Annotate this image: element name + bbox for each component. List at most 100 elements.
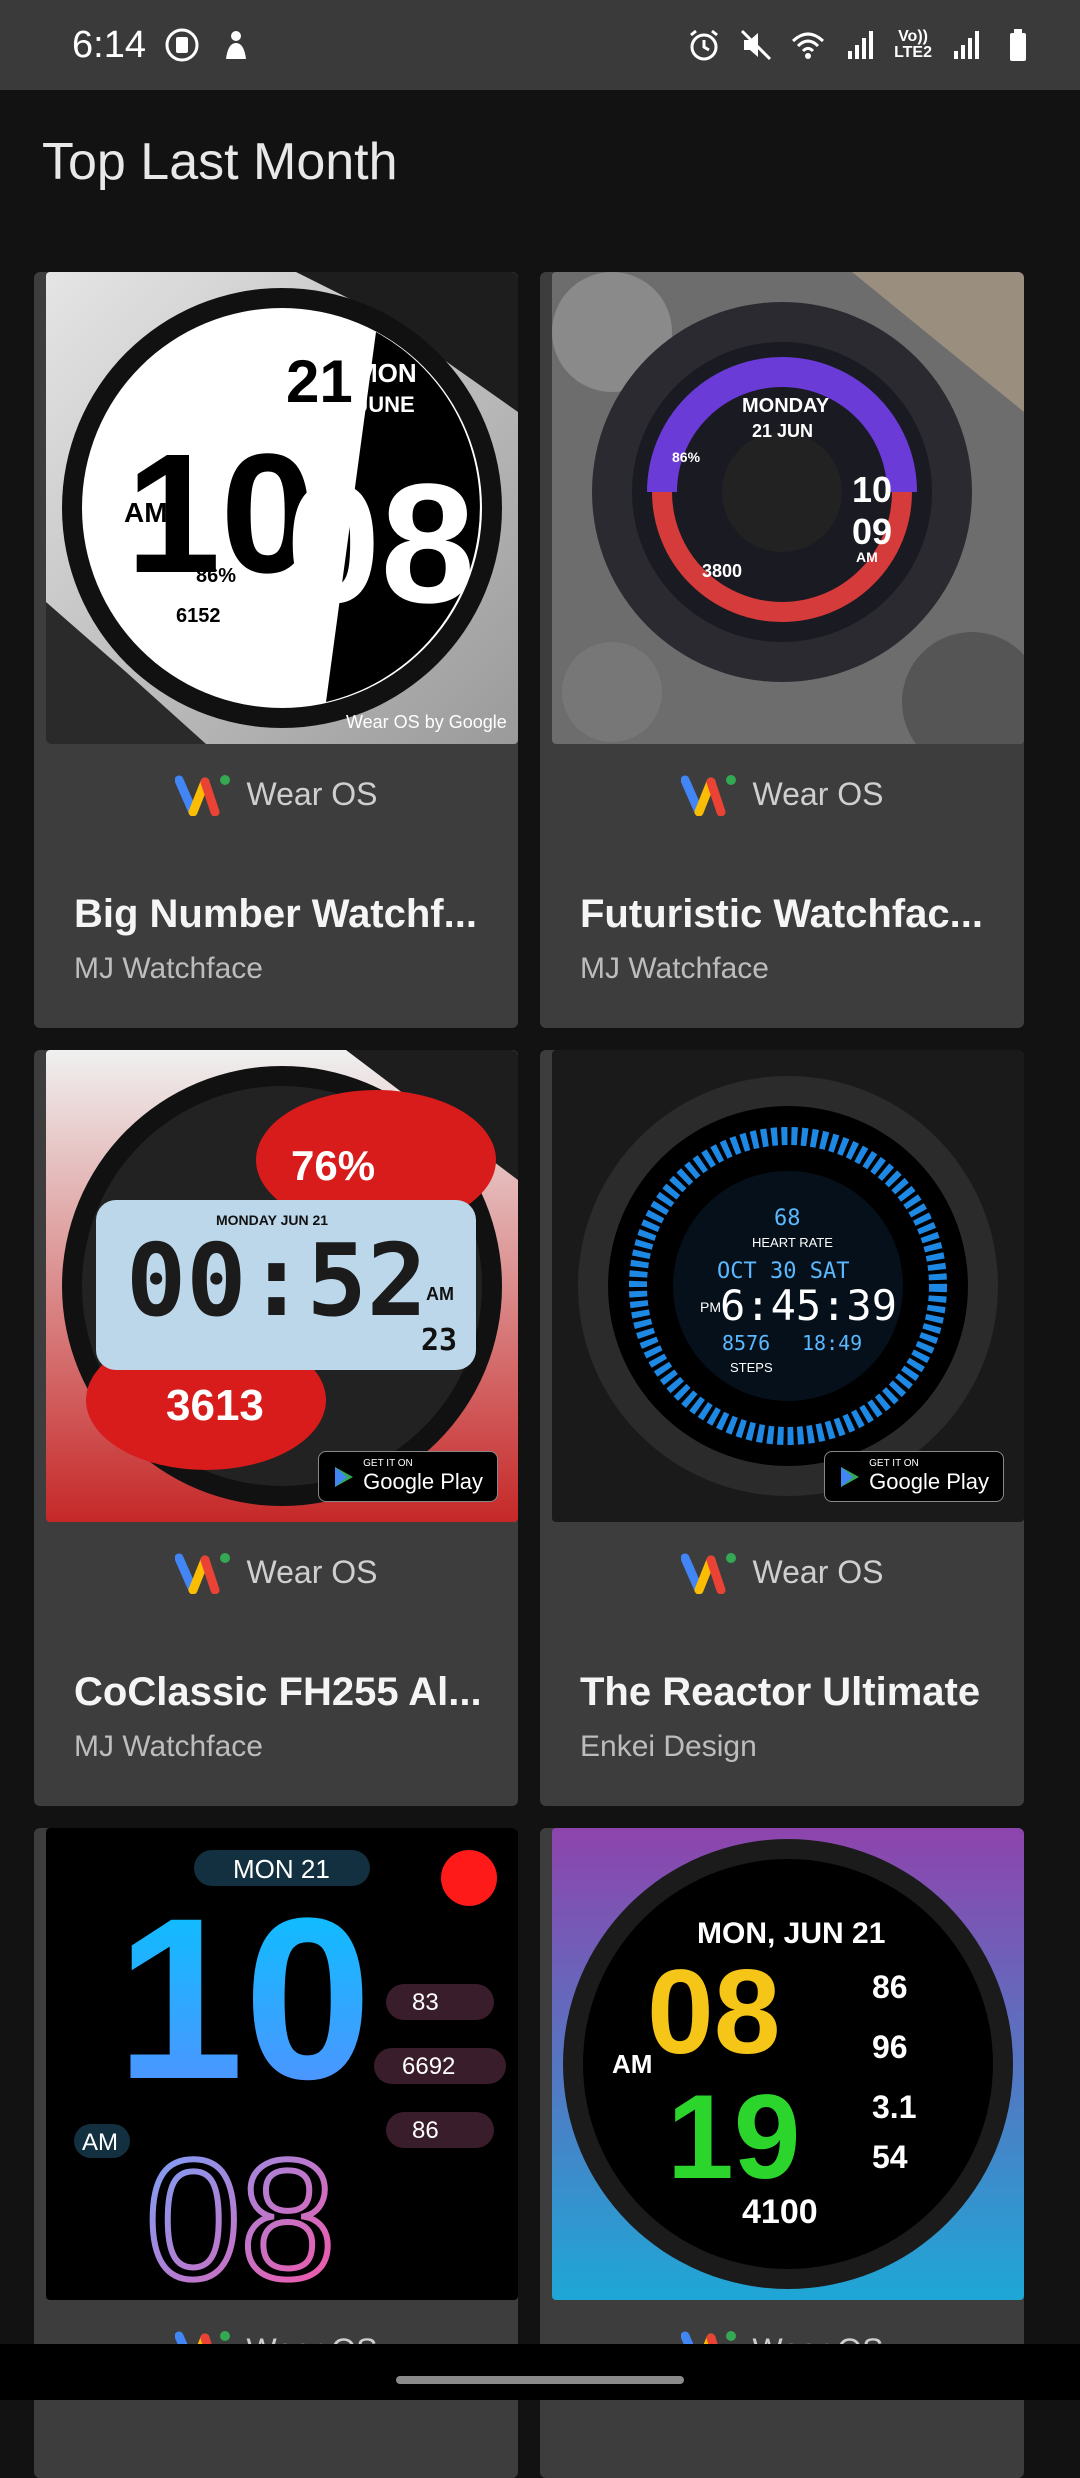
watchface-thumbnail[interactable]: 68 HEART RATE OCT 30 SAT PM 6:45:39 8576… xyxy=(552,1050,1024,1522)
home-gesture-handle[interactable] xyxy=(396,2376,684,2384)
platform-label: Wear OS xyxy=(246,1553,378,1590)
wear-os-by-google-text: Wear OS by Google xyxy=(346,712,507,732)
watch-ampm: AM xyxy=(426,1284,454,1304)
watch-battery: 86% xyxy=(196,565,236,587)
watch-value-1: 86 xyxy=(872,1969,908,2005)
battery-icon xyxy=(1010,29,1026,61)
card-developer: MJ Watchface xyxy=(580,952,769,985)
card-title: CoClassic FH255 Al... xyxy=(74,1670,482,1714)
alarm-icon xyxy=(690,29,718,61)
watch-image-big-number: 10 08 21 MON JUNE AM 86% 6152 Wear OS by… xyxy=(46,272,518,744)
watch-steps: 4100 xyxy=(742,2193,818,2231)
watch-battery: 86% xyxy=(672,449,701,465)
watch-battery: 76% xyxy=(291,1142,375,1189)
page-title: Top Last Month xyxy=(42,133,398,191)
card-developer: Enkei Design xyxy=(580,1730,757,1763)
google-play-icon xyxy=(335,1466,354,1487)
wear-os-logo-icon xyxy=(680,1553,736,1594)
watch-image-colored-digits: MON, JUN 21 08 19 AM 86 96 3.1 54 4100 xyxy=(552,1828,1024,2300)
watch-hour: 08 xyxy=(647,1945,780,2079)
platform-row: Wear OS xyxy=(34,772,518,816)
watchface-card[interactable]: 68 HEART RATE OCT 30 SAT PM 6:45:39 8576… xyxy=(540,1050,1024,1806)
watch-heart-rate-label: HEART RATE xyxy=(752,1235,833,1250)
network-label: Vo)) LTE2 xyxy=(894,29,932,61)
watchface-card[interactable]: 10 08 21 MON JUNE AM 86% 6152 Wear OS by… xyxy=(34,272,518,1028)
watchface-thumbnail[interactable]: MON 21 10 08 AM 83 6692 86 xyxy=(46,1828,518,2300)
watch-minute: 09 xyxy=(852,511,892,552)
platform-label: Wear OS xyxy=(246,775,378,812)
watch-time: 6:45:39 xyxy=(720,1281,897,1330)
wear-os-logo-icon xyxy=(174,775,230,816)
watch-steps-label: STEPS xyxy=(730,1360,773,1375)
status-left: 6:14 xyxy=(72,24,254,67)
watch-minute: 08 xyxy=(146,2125,335,2300)
wifi-icon xyxy=(792,32,825,59)
watch-seconds: 23 xyxy=(421,1323,457,1358)
watch-steps: 3613 xyxy=(166,1381,264,1430)
card-title: Futuristic Watchfac... xyxy=(580,892,984,936)
notification-icon xyxy=(165,28,199,62)
wear-os-logo-icon xyxy=(174,1553,230,1594)
watch-heart-rate: 68 xyxy=(774,1206,801,1231)
badge-small-text: GET IT ON xyxy=(869,1458,919,1469)
watch-hour: 10 xyxy=(852,469,892,510)
watch-minute: 08 xyxy=(286,449,475,639)
google-play-icon xyxy=(841,1466,860,1487)
watchface-grid: 10 08 21 MON JUNE AM 86% 6152 Wear OS by… xyxy=(34,272,1046,2478)
watch-ampm: AM xyxy=(856,549,878,565)
watch-steps: 8576 xyxy=(722,1331,770,1355)
watch-steps: 6152 xyxy=(176,605,221,627)
watch-minute: 19 xyxy=(667,2070,800,2204)
watch-image-futuristic: MONDAY 21 JUN 10 09 AM 86% 3800 xyxy=(552,272,1024,744)
watch-value-4: 54 xyxy=(872,2139,908,2175)
watch-dow: MONDAY xyxy=(742,395,830,417)
watch-ampm: AM xyxy=(124,497,168,528)
card-title: The Reactor Ultimate xyxy=(580,1670,981,1714)
card-developer: MJ Watchface xyxy=(74,1730,263,1763)
status-bar: 6:14 Vo)) LTE2 xyxy=(0,0,1080,90)
network-label-top: Vo)) xyxy=(898,28,928,45)
status-time: 6:14 xyxy=(72,23,146,66)
google-play-badge: GET IT ON Google Play xyxy=(318,1451,498,1502)
watchface-thumbnail[interactable]: MON, JUN 21 08 19 AM 86 96 3.1 54 4100 xyxy=(552,1828,1024,2300)
watchface-card[interactable]: 76% MONDAY JUN 21 00:52 AM 23 3613 GET I… xyxy=(34,1050,518,1806)
platform-row: Wear OS xyxy=(34,1550,518,1594)
watch-steps: 3800 xyxy=(702,561,742,581)
watch-day: 21 xyxy=(286,348,353,415)
google-play-badge: GET IT ON Google Play xyxy=(824,1451,1004,1502)
watchface-thumbnail[interactable]: 76% MONDAY JUN 21 00:52 AM 23 3613 GET I… xyxy=(46,1050,518,1522)
platform-row: Wear OS xyxy=(540,772,1024,816)
signal-icon xyxy=(848,31,874,59)
card-title: Big Number Watchf... xyxy=(74,892,477,936)
watch-heart-rate: 83 xyxy=(412,1989,439,2016)
watch-time: 00:52 xyxy=(126,1222,427,1339)
watch-date: 21 JUN xyxy=(752,421,813,441)
navigation-bar xyxy=(0,2344,1080,2400)
card-developer: MJ Watchface xyxy=(74,952,263,985)
watch-battery: 86 xyxy=(412,2117,439,2144)
watch-value-2: 96 xyxy=(872,2029,908,2065)
platform-row: Wear OS xyxy=(540,1550,1024,1594)
watchface-thumbnail[interactable]: 10 08 21 MON JUNE AM 86% 6152 Wear OS by… xyxy=(46,272,518,744)
watch-ampm: AM xyxy=(82,2129,118,2156)
watch-hour: 10 xyxy=(116,1870,372,2127)
platform-label: Wear OS xyxy=(752,775,884,812)
watch-time-2: 18:49 xyxy=(802,1331,862,1355)
network-label-bottom: LTE2 xyxy=(894,44,932,61)
mute-icon xyxy=(741,29,772,61)
badge-big-text: Google Play xyxy=(363,1469,483,1494)
watch-ampm: AM xyxy=(612,2049,652,2079)
watch-steps: 6692 xyxy=(402,2053,455,2080)
signal-icon-2 xyxy=(954,31,979,59)
watchface-thumbnail[interactable]: MONDAY 21 JUN 10 09 AM 86% 3800 xyxy=(552,272,1024,744)
platform-label: Wear OS xyxy=(752,1553,884,1590)
watch-dow: MON xyxy=(356,358,417,388)
watch-image-gradient-digits: MON 21 10 08 AM 83 6692 86 xyxy=(46,1828,518,2300)
watch-ampm: PM xyxy=(700,1299,721,1315)
watchface-card[interactable]: MONDAY 21 JUN 10 09 AM 86% 3800 Wear OS … xyxy=(540,272,1024,1028)
wear-os-logo-icon xyxy=(680,775,736,816)
watch-month: JUNE xyxy=(356,392,415,417)
status-right: Vo)) LTE2 xyxy=(686,27,1036,63)
person-icon xyxy=(225,31,246,59)
watch-value-3: 3.1 xyxy=(872,2089,916,2125)
